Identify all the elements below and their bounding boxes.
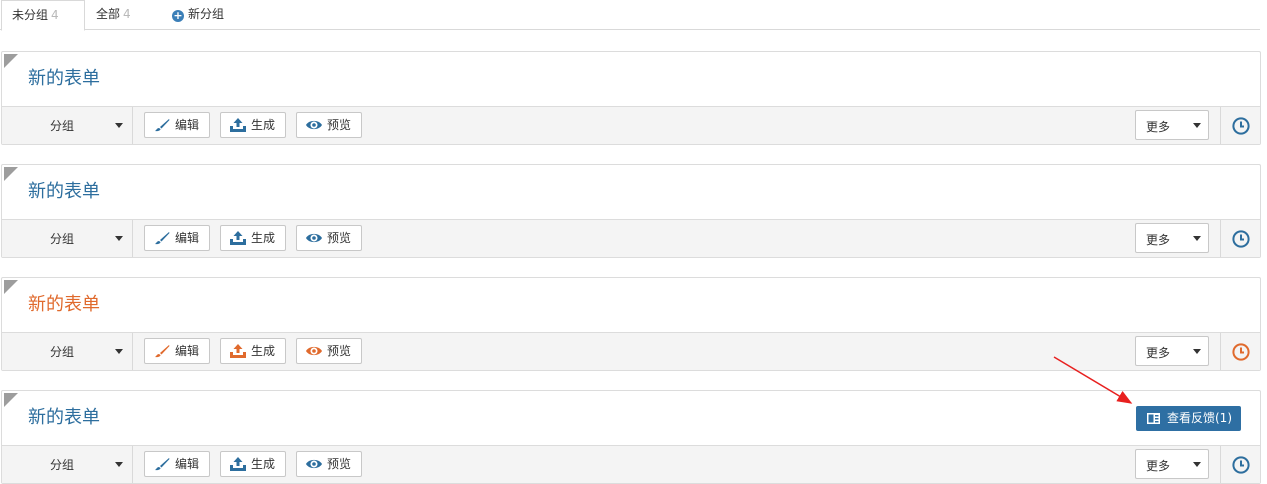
caret-down-icon	[115, 236, 123, 241]
generate-label: 生成	[251, 231, 276, 245]
history-button[interactable]	[1220, 220, 1260, 257]
more-dropdown[interactable]: 更多	[1135, 336, 1209, 366]
more-dropdown-label: 更多	[1146, 233, 1171, 247]
eye-icon	[306, 346, 322, 356]
view-feedback-label: 查看反馈(1)	[1167, 411, 1232, 425]
caret-down-icon	[1193, 123, 1201, 128]
more-dropdown[interactable]: 更多	[1135, 110, 1209, 140]
brush-icon	[155, 345, 170, 358]
new-group-label: 新分组	[188, 7, 225, 21]
caret-down-icon	[115, 462, 123, 467]
tab-ungrouped-label: 未分组	[12, 8, 49, 22]
generate-label: 生成	[251, 457, 276, 471]
edit-button[interactable]: 编辑	[144, 112, 210, 138]
group-dropdown[interactable]: 分组	[2, 333, 133, 370]
feedback-icon	[1147, 413, 1160, 424]
plus-circle-icon: +	[172, 9, 184, 22]
edit-button[interactable]: 编辑	[144, 225, 210, 251]
form-card-1: 新的表单 分组 编辑 生成 预览 更多	[1, 51, 1261, 145]
more-dropdown[interactable]: 更多	[1135, 223, 1209, 253]
history-button[interactable]	[1220, 333, 1260, 370]
edit-label: 编辑	[175, 344, 200, 358]
view-feedback-button[interactable]: 查看反馈(1)	[1136, 406, 1241, 431]
generate-button[interactable]: 生成	[220, 225, 286, 251]
generate-button[interactable]: 生成	[220, 112, 286, 138]
more-dropdown[interactable]: 更多	[1135, 449, 1209, 479]
eye-icon	[306, 120, 322, 130]
tab-ungrouped[interactable]: 未分组 4	[1, 0, 85, 31]
group-dropdown-label: 分组	[50, 232, 75, 246]
history-button[interactable]	[1220, 446, 1260, 483]
form-title[interactable]: 新的表单	[28, 405, 100, 431]
corner-triangle-icon	[4, 167, 18, 181]
form-toolbar: 分组 编辑 生成 预览 更多	[2, 445, 1260, 483]
form-toolbar: 分组 编辑 生成 预览 更多	[2, 106, 1260, 144]
more-dropdown-label: 更多	[1146, 459, 1171, 473]
form-title[interactable]: 新的表单	[28, 179, 100, 205]
clock-icon	[1232, 117, 1250, 135]
form-card-3: 新的表单 分组 编辑 生成 预览 更多	[1, 277, 1261, 371]
edit-label: 编辑	[175, 231, 200, 245]
tab-all-label: 全部	[96, 7, 121, 21]
tab-all-count: 4	[123, 7, 131, 21]
eye-icon	[306, 233, 322, 243]
preview-label: 预览	[327, 344, 352, 358]
form-title[interactable]: 新的表单	[28, 66, 100, 92]
preview-button[interactable]: 预览	[296, 451, 362, 477]
clock-icon	[1232, 343, 1250, 361]
generate-button[interactable]: 生成	[220, 338, 286, 364]
generate-label: 生成	[251, 344, 276, 358]
corner-triangle-icon	[4, 280, 18, 294]
generate-button[interactable]: 生成	[220, 451, 286, 477]
form-title[interactable]: 新的表单	[28, 292, 100, 318]
caret-down-icon	[1193, 462, 1201, 467]
corner-triangle-icon	[4, 393, 18, 407]
group-dropdown[interactable]: 分组	[2, 220, 133, 257]
history-button[interactable]	[1220, 107, 1260, 144]
edit-button[interactable]: 编辑	[144, 451, 210, 477]
form-card-4: 新的表单 分组 编辑 生成 预览 更多 查看反馈(1)	[1, 390, 1261, 484]
caret-down-icon	[115, 123, 123, 128]
brush-icon	[155, 232, 170, 245]
preview-button[interactable]: 预览	[296, 225, 362, 251]
brush-icon	[155, 119, 170, 132]
brush-icon	[155, 458, 170, 471]
preview-button[interactable]: 预览	[296, 112, 362, 138]
edit-label: 编辑	[175, 457, 200, 471]
generate-label: 生成	[251, 118, 276, 132]
preview-label: 预览	[327, 118, 352, 132]
preview-button[interactable]: 预览	[296, 338, 362, 364]
tab-all[interactable]: 全部 4	[86, 0, 141, 30]
tab-bar: 未分组 4 全部 4 + 新分组	[0, 0, 1260, 31]
caret-down-icon	[115, 349, 123, 354]
group-dropdown-label: 分组	[50, 458, 75, 472]
form-card-2: 新的表单 分组 编辑 生成 预览 更多	[1, 164, 1261, 258]
clock-icon	[1232, 456, 1250, 474]
edit-button[interactable]: 编辑	[144, 338, 210, 364]
eye-icon	[306, 459, 322, 469]
more-dropdown-label: 更多	[1146, 346, 1171, 360]
upload-tray-icon	[230, 118, 246, 132]
upload-tray-icon	[230, 344, 246, 358]
corner-triangle-icon	[4, 54, 18, 68]
form-toolbar: 分组 编辑 生成 预览 更多	[2, 219, 1260, 257]
tab-ungrouped-count: 4	[51, 8, 59, 22]
upload-tray-icon	[230, 457, 246, 471]
more-dropdown-label: 更多	[1146, 120, 1171, 134]
form-toolbar: 分组 编辑 生成 预览 更多	[2, 332, 1260, 370]
clock-icon	[1232, 230, 1250, 248]
group-dropdown[interactable]: 分组	[2, 446, 133, 483]
edit-label: 编辑	[175, 118, 200, 132]
caret-down-icon	[1193, 236, 1201, 241]
new-group-button[interactable]: + 新分组	[162, 0, 234, 30]
group-dropdown[interactable]: 分组	[2, 107, 133, 144]
group-dropdown-label: 分组	[50, 345, 75, 359]
group-dropdown-label: 分组	[50, 119, 75, 133]
upload-tray-icon	[230, 231, 246, 245]
caret-down-icon	[1193, 349, 1201, 354]
preview-label: 预览	[327, 231, 352, 245]
preview-label: 预览	[327, 457, 352, 471]
